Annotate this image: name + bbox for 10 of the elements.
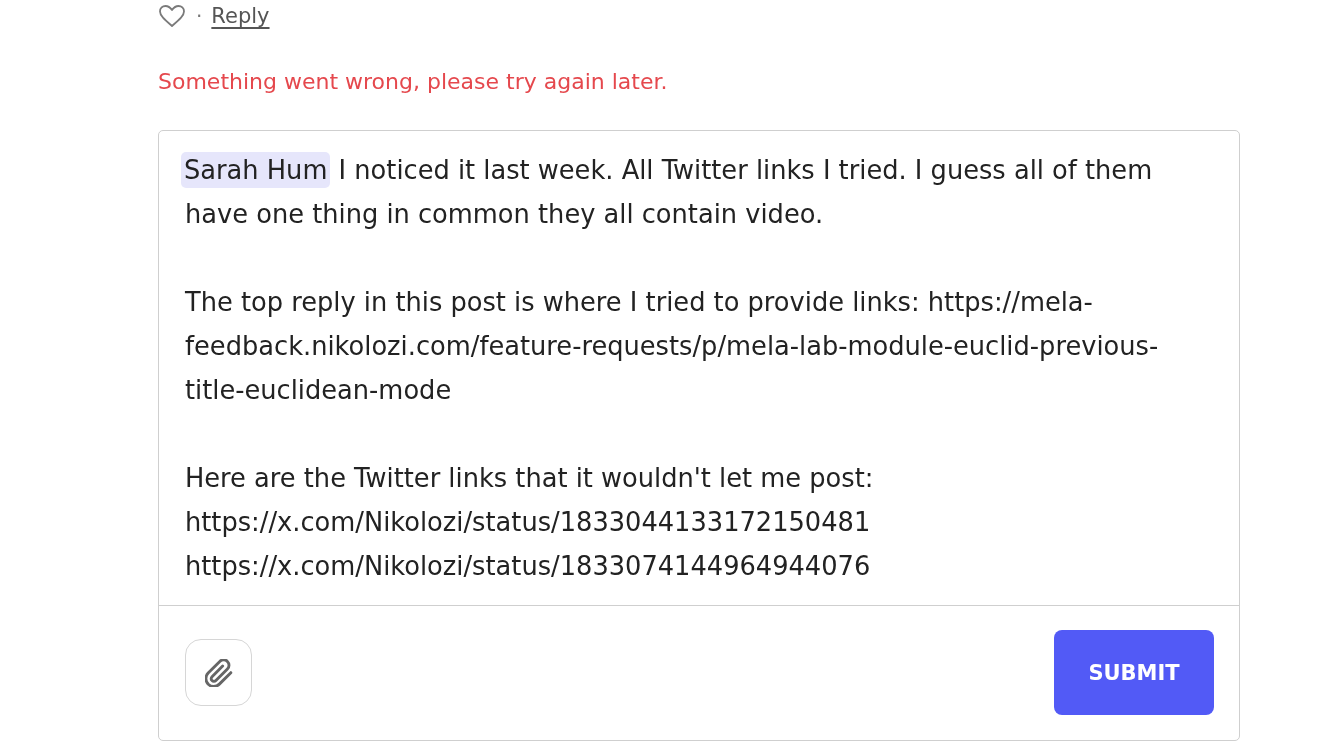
error-message: Something went wrong, please try again later. bbox=[158, 68, 669, 96]
comment-text: The top reply in this post is where I tried to provide links: https://mela-feedback.nikolozi.com/feature-requests/p/mela-lab-module-euclid-previous-title-euclidean-mode bbox=[185, 286, 1160, 407]
submit-button[interactable]: SUBMIT bbox=[1054, 630, 1214, 715]
paperclip-icon bbox=[204, 658, 233, 687]
attach-button[interactable] bbox=[185, 639, 252, 706]
reply-link[interactable]: Reply bbox=[211, 4, 270, 28]
heart-icon[interactable] bbox=[158, 4, 186, 28]
mention-tag[interactable]: Sarah Hum bbox=[181, 152, 331, 188]
comment-text: Here are the Twitter links that it wouldn't let me post: https://x.com/Nikolozi/status/1833044133172150481 https://x.com/Nikolozi/status/1833074144964944076 bbox=[185, 462, 875, 583]
separator-dot: · bbox=[196, 4, 203, 28]
